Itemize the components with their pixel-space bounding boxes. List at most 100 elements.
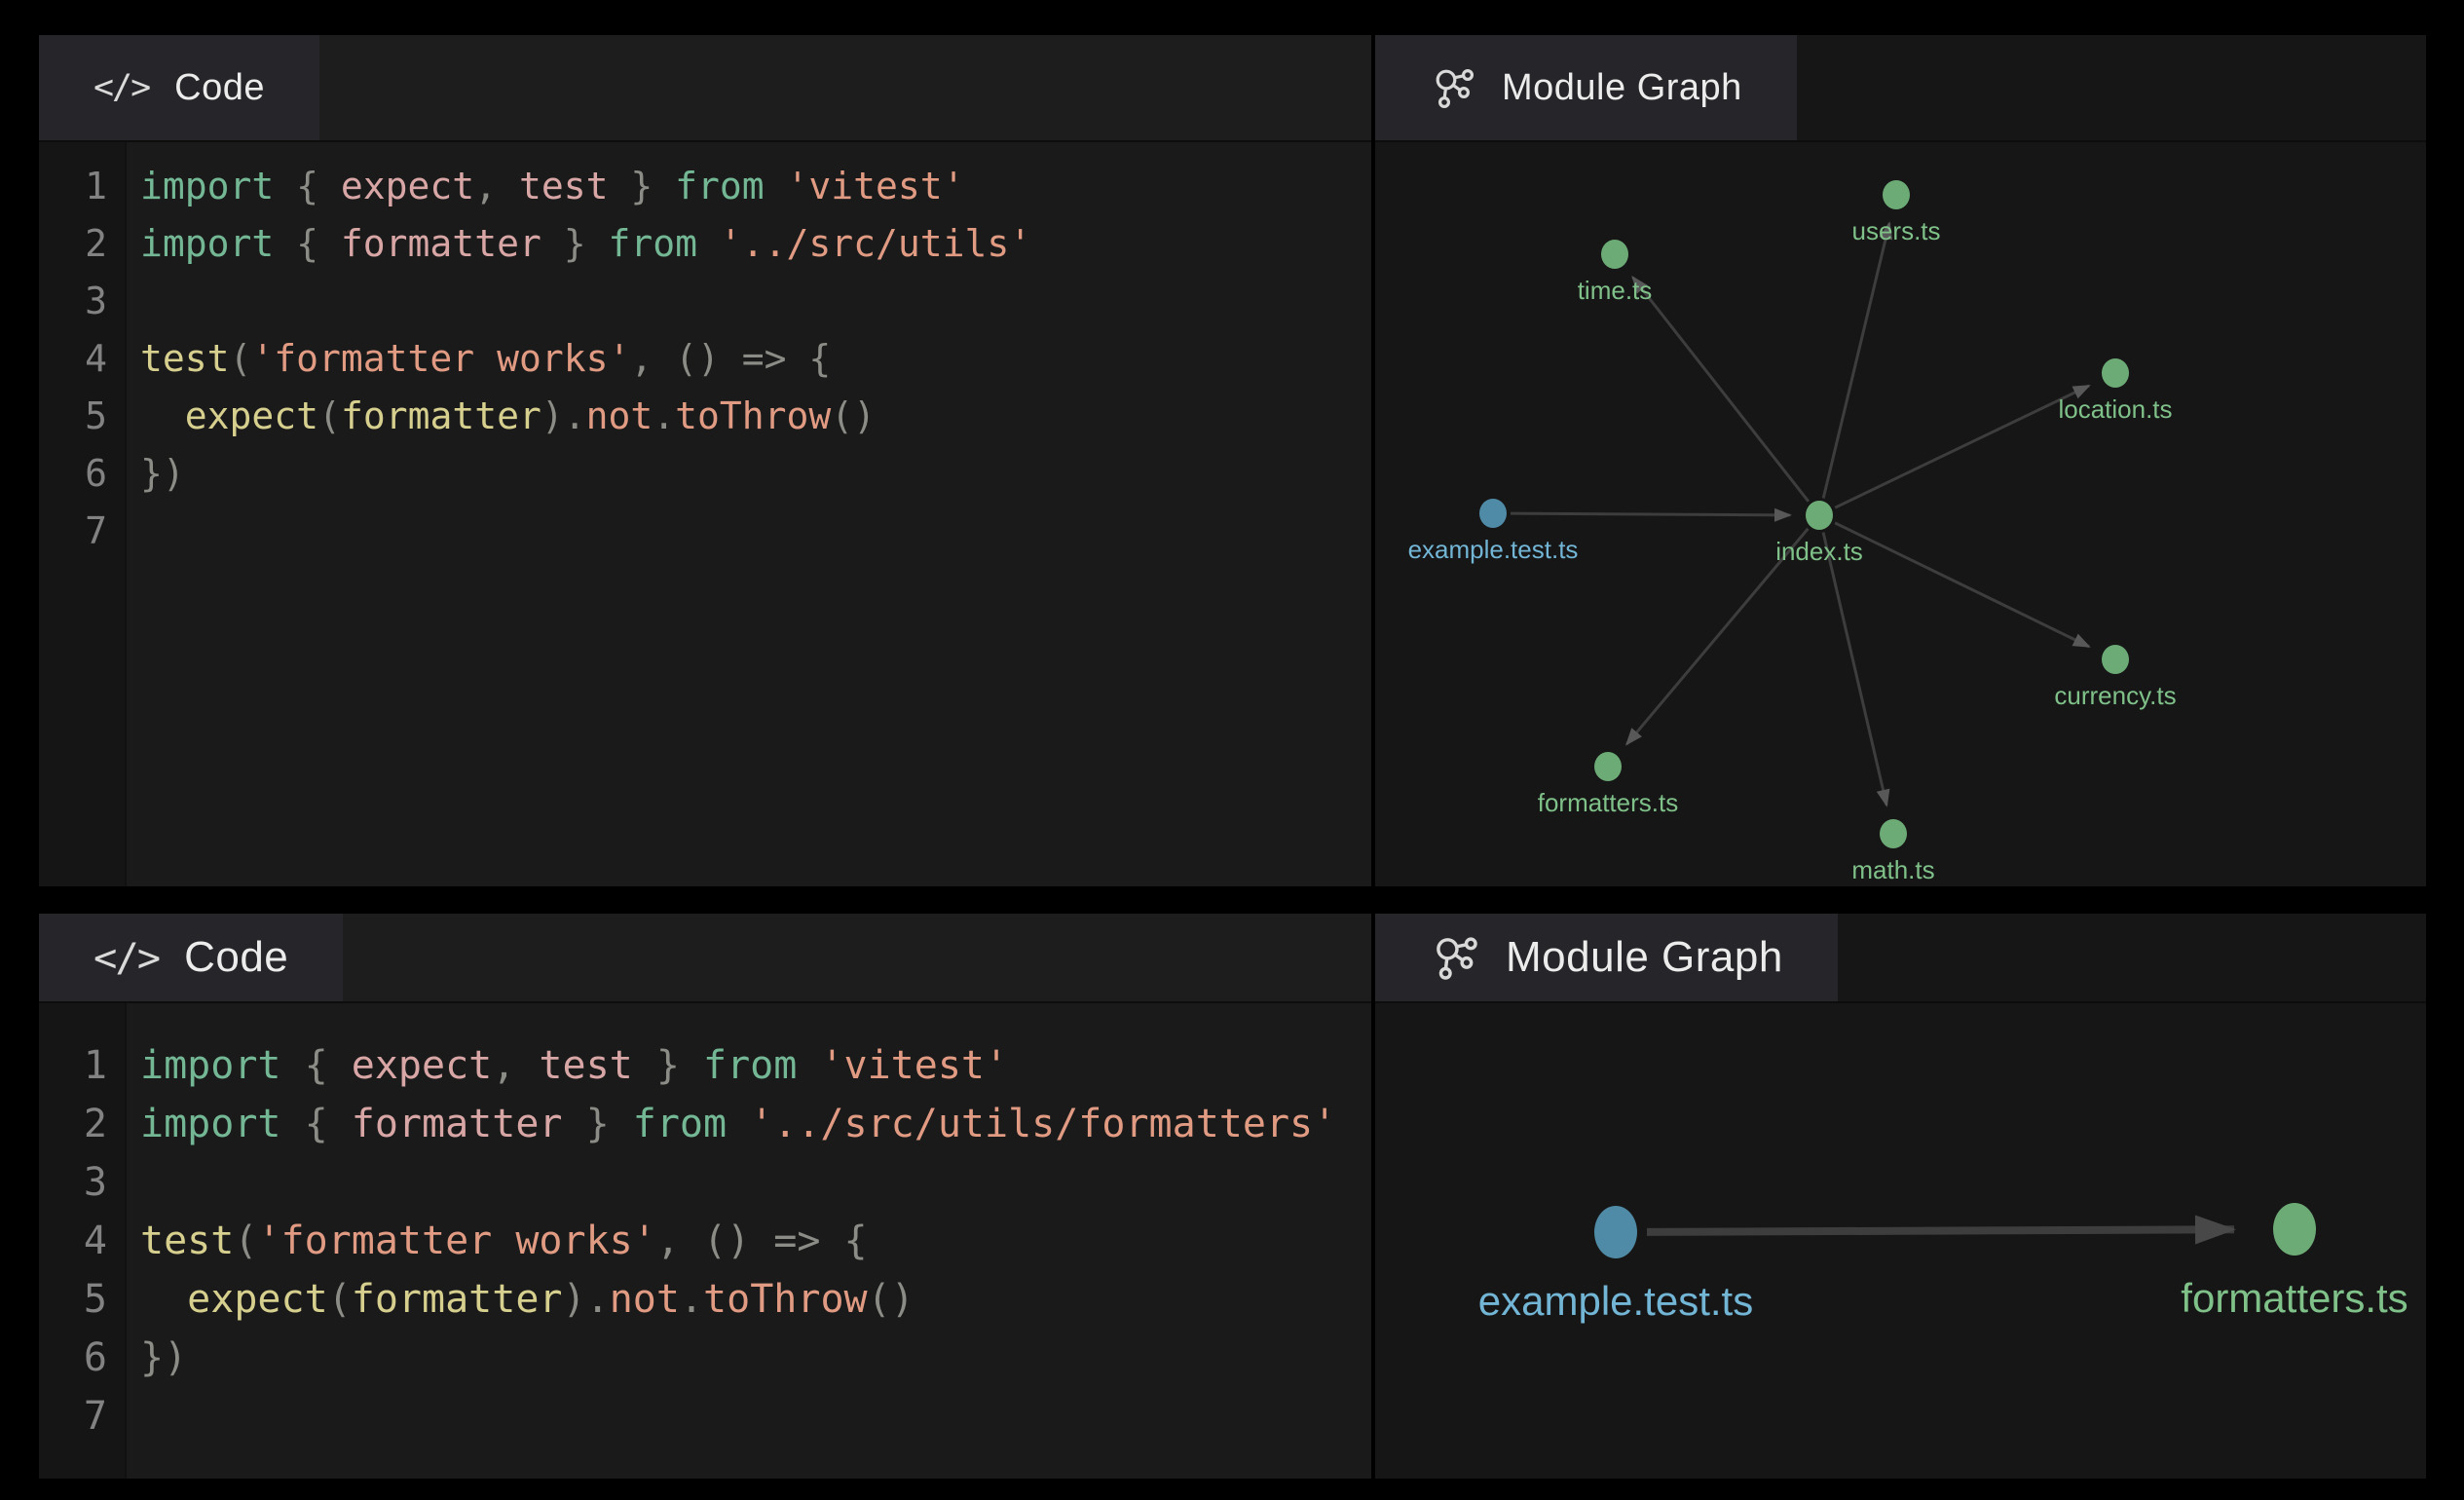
tab-code[interactable]: </> Code — [39, 914, 343, 1001]
code-token: . — [680, 1277, 703, 1322]
code-token: ( — [328, 1277, 352, 1322]
graph-node-index[interactable] — [1806, 501, 1833, 530]
graph-node-label: location.ts — [2058, 394, 2172, 424]
code-token: () — [831, 394, 876, 437]
tab-code[interactable]: </> Code — [39, 35, 319, 140]
graph-edge — [1823, 223, 1889, 498]
graph-edge — [1647, 1229, 2234, 1232]
code-token: () — [868, 1277, 915, 1322]
graph-edge — [1633, 278, 1809, 502]
code-token: formatter — [352, 1102, 563, 1146]
graph-edge — [1511, 513, 1790, 515]
code-text: expect(formatter).not.toThrow() — [125, 1270, 915, 1329]
line-number: 6 — [39, 1329, 125, 1387]
code-token: , () => { — [630, 337, 831, 380]
code-token: toThrow — [703, 1277, 868, 1322]
code-line: 2import { formatter } from '../src/utils… — [39, 1095, 1371, 1153]
line-number: 4 — [39, 330, 125, 388]
code-token: , () => { — [656, 1219, 868, 1263]
code-line: 1import { expect, test } from 'vitest' — [39, 1036, 1371, 1095]
graph-node-label: formatters.ts — [2181, 1275, 2408, 1321]
graph-node-example[interactable] — [1479, 499, 1507, 528]
code-token: { — [274, 222, 341, 265]
code-line: 7 — [39, 1387, 1371, 1445]
code-token: ). — [541, 394, 586, 437]
code-panel-bottom: </> Code 1import { expect, test } from '… — [39, 914, 1371, 1479]
module-graph-icon — [1430, 64, 1476, 111]
code-token: import — [140, 165, 274, 207]
code-token: } — [563, 1102, 633, 1146]
code-token: formatter — [352, 1277, 563, 1322]
code-token: }) — [140, 1335, 187, 1380]
code-token: formatter — [341, 222, 541, 265]
tab-label: Module Graph — [1502, 67, 1742, 109]
code-token: ( — [230, 337, 252, 380]
code-token: expect — [187, 1277, 328, 1322]
code-token: from — [675, 165, 765, 207]
code-token: from — [608, 222, 697, 265]
graph-node-location[interactable] — [2102, 358, 2129, 388]
tab-label: Module Graph — [1506, 933, 1783, 982]
line-number: 7 — [39, 1387, 125, 1445]
code-line: 3 — [39, 273, 1371, 330]
tabbar: Module Graph — [1375, 914, 2426, 1003]
module-graph-panel-top: Module Graph users.ts time.ts location.ts e… — [1375, 35, 2426, 886]
code-token: 'vitest' — [765, 165, 965, 207]
code-line: 4test('formatter works', () => { — [39, 330, 1371, 388]
module-graph-canvas[interactable]: example.test.tsformatters.ts — [1375, 1003, 2426, 1479]
code-token: test — [140, 337, 230, 380]
tab-module-graph[interactable]: Module Graph — [1375, 914, 1838, 1001]
code-token: { — [281, 1043, 352, 1088]
graph-node-label: example.test.ts — [1408, 535, 1579, 564]
graph-node-users[interactable] — [1883, 180, 1910, 209]
graph-node-label: formatters.ts — [1538, 788, 1678, 817]
graph-node-example[interactable] — [1594, 1206, 1637, 1258]
code-token: test — [519, 165, 609, 207]
line-number: 3 — [39, 1153, 125, 1212]
code-token: not — [586, 394, 653, 437]
code-line: 3 — [39, 1153, 1371, 1212]
module-graph-icon — [1430, 932, 1480, 983]
code-token: from — [703, 1043, 797, 1088]
graph-node-time[interactable] — [1601, 240, 1628, 269]
code-token: } — [633, 1043, 703, 1088]
tab-label: Code — [184, 933, 288, 982]
tab-module-graph[interactable]: Module Graph — [1375, 35, 1797, 140]
graph-node-currency[interactable] — [2102, 645, 2129, 674]
code-token: { — [281, 1102, 352, 1146]
line-number: 2 — [39, 1095, 125, 1153]
line-number: 4 — [39, 1212, 125, 1270]
code-line: 7 — [39, 503, 1371, 560]
graph-node-math[interactable] — [1880, 819, 1907, 848]
graph-node-label: currency.ts — [2054, 681, 2176, 710]
graph-node-label: users.ts — [1851, 216, 1940, 245]
code-editor[interactable]: 1import { expect, test } from 'vitest'2i… — [39, 1003, 1371, 1479]
line-number: 1 — [39, 1036, 125, 1095]
code-token: expect — [185, 394, 318, 437]
code-icon: </> — [93, 934, 159, 981]
graph-node-formatters[interactable] — [1594, 752, 1622, 781]
code-token — [140, 394, 185, 437]
tabbar: </> Code — [39, 35, 1371, 142]
line-number: 5 — [39, 388, 125, 445]
code-token: } — [541, 222, 609, 265]
code-token: not — [610, 1277, 680, 1322]
line-number: 7 — [39, 503, 125, 560]
graph-node-label: time.ts — [1578, 276, 1653, 305]
code-editor[interactable]: 1import { expect, test } from 'vitest'2i… — [39, 142, 1371, 886]
code-line: 5 expect(formatter).not.toThrow() — [39, 1270, 1371, 1329]
line-number: 2 — [39, 215, 125, 273]
code-token: { — [274, 165, 341, 207]
code-text — [125, 1153, 140, 1212]
code-token: }) — [140, 452, 185, 495]
module-graph-canvas[interactable]: users.ts time.ts location.ts example.test.t… — [1375, 142, 2426, 886]
code-token: expect — [341, 165, 474, 207]
code-token: expect — [352, 1043, 493, 1088]
line-number: 3 — [39, 273, 125, 330]
graph-node-label: math.ts — [1851, 855, 1934, 884]
graph-node-formatters[interactable] — [2273, 1203, 2316, 1256]
code-text — [125, 273, 140, 330]
code-line: 4test('formatter works', () => { — [39, 1212, 1371, 1270]
code-token: , — [492, 1043, 539, 1088]
code-token: import — [140, 1102, 281, 1146]
